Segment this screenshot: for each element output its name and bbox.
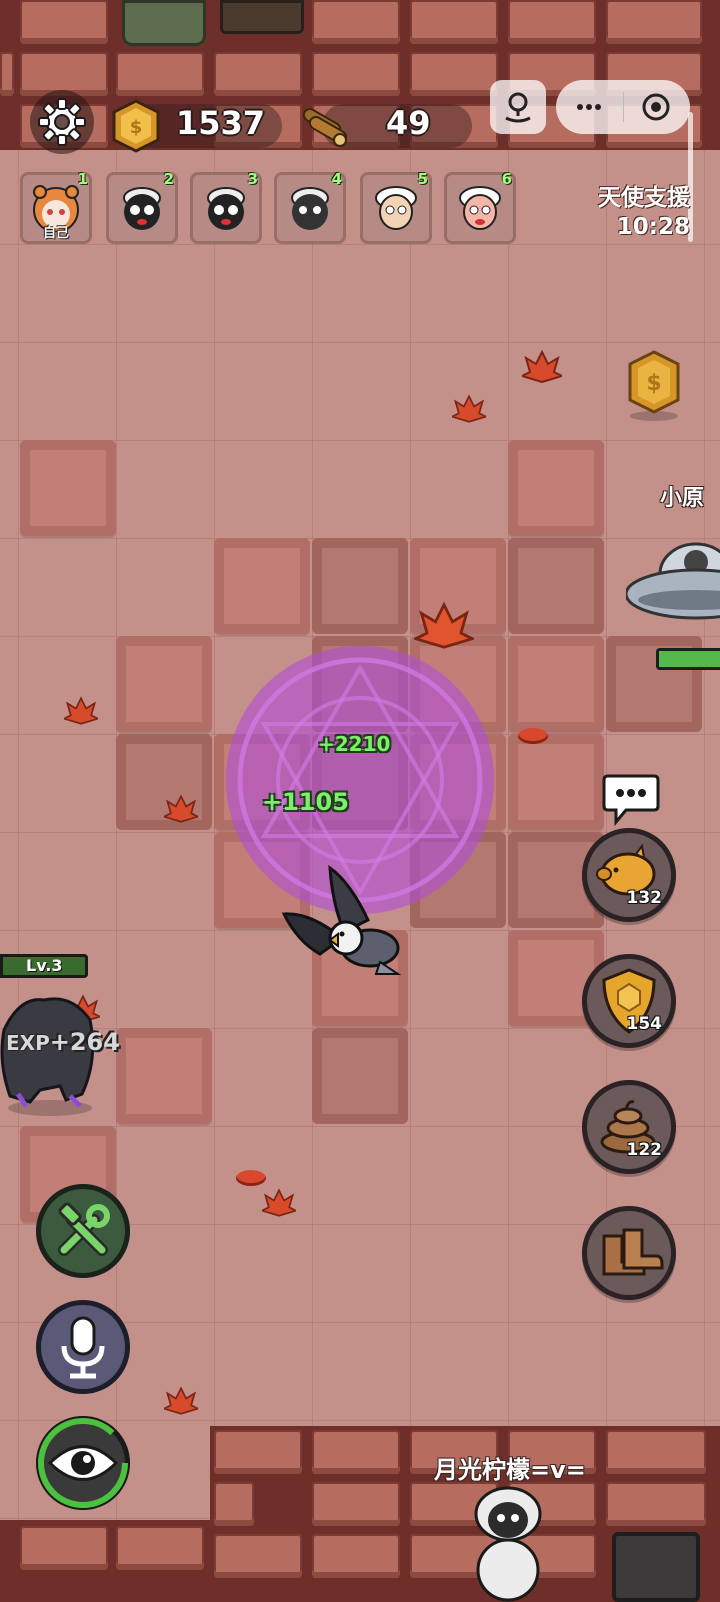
- gold-coin-icon: $: [628, 350, 680, 421]
- bottom-left-wall: [0, 1520, 210, 1602]
- red-flower-icon: [262, 1188, 296, 1217]
- coins-value: 1537: [176, 104, 266, 142]
- player-number: 1: [77, 170, 88, 188]
- gear-icon: [38, 98, 86, 146]
- black-sheep-icon: [207, 187, 245, 230]
- support-timer: 10:28: [616, 214, 690, 240]
- exp-label: EXP: [6, 1031, 50, 1055]
- cart-object: [612, 1532, 700, 1602]
- chat-button[interactable]: [602, 770, 660, 827]
- wood-value: 49: [386, 104, 431, 142]
- target-circle-icon: [642, 93, 670, 121]
- crate-structure: [220, 0, 304, 34]
- capsule-menu: [556, 80, 690, 134]
- red-flower-icon: [452, 394, 486, 423]
- red-flower-icon: [414, 602, 474, 649]
- red-flower-icon: [164, 1386, 198, 1415]
- enemy-health-bar: [656, 648, 720, 670]
- red-flower-icon: [64, 696, 98, 725]
- microphone-icon: [61, 1316, 105, 1379]
- ufo-enemy[interactable]: [626, 534, 720, 630]
- gold-coin-icon: $: [112, 99, 160, 153]
- player-card-3[interactable]: 3: [190, 170, 262, 244]
- bean-item: [236, 1170, 266, 1186]
- wrench-hammer-icon: [58, 1202, 110, 1256]
- enemy-name: 小原: [660, 486, 705, 511]
- player-name: 月光柠檬=v=: [434, 1456, 586, 1484]
- player-number: 6: [501, 170, 512, 188]
- red-flower-icon: [164, 794, 198, 823]
- boots-icon: [602, 1228, 664, 1276]
- profile-capsule-button[interactable]: [490, 80, 546, 134]
- bean-item: [518, 728, 548, 744]
- black-sheep-icon: [123, 187, 161, 230]
- piggy-bank-skill-button[interactable]: 132: [582, 828, 676, 922]
- eye-icon: [38, 1418, 128, 1508]
- player-card-4[interactable]: 4: [274, 170, 346, 244]
- player-number: 3: [247, 170, 258, 188]
- svg-text:$: $: [646, 371, 661, 396]
- exp-value: +264: [49, 1028, 120, 1056]
- self-tag: 自己: [42, 226, 69, 241]
- eagle-character: [281, 864, 402, 975]
- float-gain-text: +2210: [318, 732, 391, 756]
- skill-count: 154: [626, 1014, 663, 1034]
- level-label: Lv.3: [26, 956, 63, 975]
- player-number: 5: [417, 170, 428, 188]
- view-toggle-button[interactable]: [36, 1416, 130, 1510]
- boots-skill-button[interactable]: [582, 1206, 676, 1300]
- sheep-player: [474, 1486, 542, 1602]
- player-number: 2: [163, 170, 174, 188]
- settings-button[interactable]: [30, 90, 94, 154]
- svg-text:$: $: [130, 117, 143, 138]
- white-sheep-icon: [375, 186, 417, 230]
- player-number: 4: [331, 170, 342, 188]
- more-dots-icon: [577, 104, 601, 110]
- close-button[interactable]: [623, 80, 690, 134]
- skill-count: 122: [626, 1140, 663, 1160]
- pink-sheep-icon: [459, 186, 501, 230]
- wood-logs-icon: [302, 108, 348, 147]
- skill-count: 132: [626, 888, 663, 908]
- player-card-6[interactable]: 6: [444, 170, 516, 244]
- exp-gain: EXP+264: [6, 1028, 120, 1056]
- level-bar: Lv.3: [0, 954, 88, 978]
- gate-structure: [122, 0, 206, 46]
- float-gain-text: +1105: [262, 788, 349, 816]
- location-pin-icon: [505, 92, 531, 123]
- angel-support-label: 天使支援: [598, 185, 690, 211]
- build-tools-button[interactable]: [36, 1184, 130, 1278]
- player-card-2[interactable]: 2: [106, 170, 178, 244]
- black-sheep-icon: [291, 187, 329, 230]
- player-card-5[interactable]: 5: [360, 170, 432, 244]
- player-card-1[interactable]: 1 自己: [20, 170, 92, 244]
- poop-skill-button[interactable]: 122: [582, 1080, 676, 1174]
- voice-chat-button[interactable]: [36, 1300, 130, 1394]
- more-button[interactable]: [556, 80, 623, 134]
- shield-skill-button[interactable]: 154: [582, 954, 676, 1048]
- chat-bubble-icon: [602, 774, 660, 827]
- red-flower-icon: [522, 350, 562, 384]
